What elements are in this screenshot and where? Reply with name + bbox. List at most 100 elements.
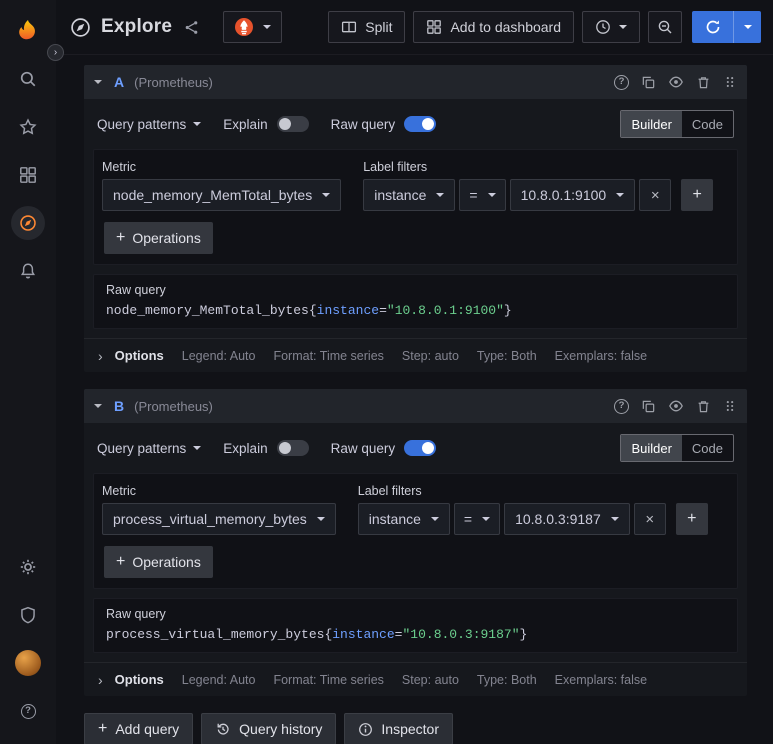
code-mode-button[interactable]: Code [682,111,733,137]
datasource-picker[interactable] [223,11,283,43]
label-operator-value: = [463,511,473,527]
query-patterns-dropdown[interactable]: Query patterns [97,116,202,132]
split-button[interactable]: Split [328,11,406,43]
raw-query-toggle-group: Raw query [331,440,437,456]
raw-open-brace: { [308,303,317,318]
explain-toggle-group: Explain [223,116,309,132]
raw-query-preview: process_virtual_memory_bytes{instance="1… [106,627,725,642]
chevron-down-icon [610,517,619,521]
dashboards-grid-icon [19,166,37,184]
remove-filter-button[interactable]: × [633,503,666,535]
label-name-select[interactable]: instance [357,503,450,535]
sidebar-expand-button[interactable]: › [47,44,64,61]
collapse-chevron-icon[interactable] [94,404,102,408]
query-header-b[interactable]: B (Prometheus) ? [84,389,747,423]
query-patterns-label: Query patterns [97,440,187,456]
sidebar-item-alerting[interactable] [8,252,48,290]
query-patterns-dropdown[interactable]: Query patterns [97,440,202,456]
query-header-a[interactable]: A (Prometheus) ? [84,65,747,99]
metric-filters-row: Metric process_virtual_memory_bytes Labe… [102,484,729,535]
explain-toggle[interactable] [276,116,309,132]
collapse-chevron-icon[interactable] [94,80,102,84]
query-help-icon[interactable]: ? [614,74,629,90]
plus-icon: + [98,720,108,737]
builder-mode-button[interactable]: Builder [621,111,682,137]
sidebar-item-help[interactable]: ? [8,692,48,730]
sidebar-item-starred[interactable] [8,108,48,146]
sidebar-item-search[interactable] [8,60,48,98]
query-body: Query patterns Explain Raw query Builder [84,423,747,662]
remove-filter-button[interactable]: × [639,179,672,211]
query-patterns-label: Query patterns [97,116,187,132]
inspector-label: Inspector [381,721,440,737]
label-name-select[interactable]: instance [363,179,456,211]
metric-label: Metric [102,160,137,174]
query-history-button[interactable]: Query history [201,713,337,744]
raw-query-toggle[interactable] [404,440,437,456]
label-operator-select[interactable]: = [459,179,506,211]
add-filter-button[interactable]: + [681,179,714,211]
remove-query-trash-icon[interactable] [696,399,711,414]
label-name-value: instance [368,511,421,527]
metric-filters-row: Metric node_memory_MemTotal_bytes Label … [102,160,729,211]
raw-query-block: Raw query process_virtual_memory_bytes{i… [93,598,738,653]
options-row[interactable]: › Options Legend: Auto Format: Time seri… [84,662,747,696]
add-query-button[interactable]: + Add query [84,713,194,744]
dashboard-grid-icon [426,19,442,35]
option-format: Format: Time series [273,348,384,363]
option-exemplars: Exemplars: false [554,348,648,363]
metric-select[interactable]: node_memory_MemTotal_bytes [102,179,342,211]
raw-query-preview: node_memory_MemTotal_bytes{instance="10.… [106,303,725,318]
raw-metric: node_memory_MemTotal_bytes [106,303,309,318]
sidebar-item-dashboards[interactable] [8,156,48,194]
hide-query-eye-icon[interactable] [668,74,684,90]
time-picker-button[interactable] [582,11,640,43]
code-mode-button[interactable]: Code [682,435,733,461]
raw-label-value: "10.8.0.3:9187" [402,627,520,642]
label-value-select[interactable]: 10.8.0.3:9187 [504,503,630,535]
gear-icon [19,558,37,576]
explain-toggle[interactable] [276,440,309,456]
duplicate-query-icon[interactable] [641,399,656,414]
run-query-button[interactable] [692,11,734,43]
metric-value: process_virtual_memory_bytes [113,511,307,527]
explain-toggle-group: Explain [223,440,309,456]
operations-button[interactable]: + Operations [104,546,213,578]
chevron-down-icon [436,193,445,197]
add-filter-button[interactable]: + [675,503,708,535]
options-row[interactable]: › Options Legend: Auto Format: Time seri… [84,338,747,372]
sidebar-item-explore[interactable] [8,204,48,242]
grafana-logo[interactable] [8,12,48,50]
metric-select[interactable]: process_virtual_memory_bytes [102,503,336,535]
remove-query-trash-icon[interactable] [696,75,711,90]
drag-handle-icon[interactable] [723,399,737,413]
run-query-interval-dropdown[interactable] [734,11,761,43]
chevron-down-icon [743,25,752,29]
metric-field: Metric process_virtual_memory_bytes [102,484,336,535]
sidebar-item-profile[interactable] [8,644,48,682]
hide-query-eye-icon[interactable] [668,398,684,414]
bell-icon [19,262,37,280]
label-operator-select[interactable]: = [453,503,501,535]
sidebar-item-configuration[interactable] [8,548,48,586]
metric-field: Metric node_memory_MemTotal_bytes [102,160,342,211]
inspector-button[interactable]: Inspector [344,713,454,744]
raw-query-toggle[interactable] [404,116,437,132]
share-icon[interactable] [184,20,199,35]
add-to-dashboard-button[interactable]: Add to dashboard [413,11,574,43]
operations-button[interactable]: + Operations [104,222,213,254]
label-value-select[interactable]: 10.8.0.1:9100 [509,179,636,211]
duplicate-query-icon[interactable] [641,75,656,90]
topbar-left: Explore [70,11,283,43]
label-name-value: instance [374,187,427,203]
zoom-out-button[interactable] [648,11,682,43]
drag-handle-icon[interactable] [723,75,737,89]
query-body: Query patterns Explain Raw query Builder [84,99,747,338]
chevron-down-icon [487,193,496,197]
query-help-icon[interactable]: ? [614,398,629,414]
chevron-down-icon [263,25,272,29]
explain-label: Explain [223,116,268,132]
builder-mode-button[interactable]: Builder [621,435,682,461]
sidebar-item-server-admin[interactable] [8,596,48,634]
query-editor-row-a: A (Prometheus) ? Query patterns Explain … [84,65,747,372]
